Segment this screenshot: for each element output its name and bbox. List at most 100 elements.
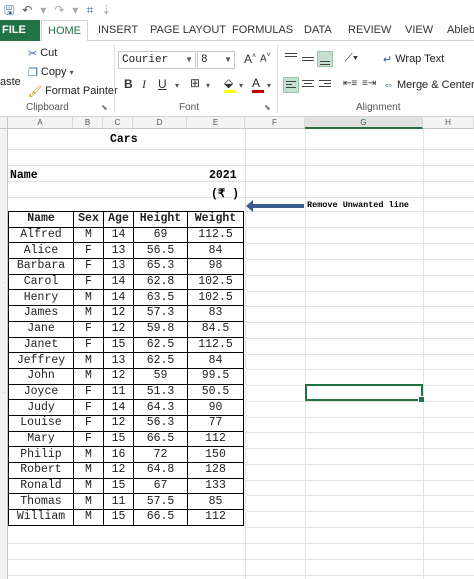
- select-all-corner[interactable]: [0, 117, 8, 129]
- cell[interactable]: 98: [187, 258, 244, 275]
- decrease-indent-icon[interactable]: ⇤≡: [343, 78, 357, 89]
- cell[interactable]: 12: [103, 320, 134, 338]
- cell[interactable]: Alfred: [8, 226, 74, 244]
- tab-review[interactable]: REVIEW: [348, 20, 391, 41]
- cell[interactable]: 14: [103, 226, 134, 244]
- cell[interactable]: Joyce: [8, 383, 74, 401]
- cell[interactable]: 14: [103, 399, 134, 416]
- row-header-strip[interactable]: · ·: [0, 129, 8, 579]
- orientation-icon[interactable]: ⟋▾: [345, 52, 358, 65]
- cell[interactable]: F: [73, 242, 104, 260]
- cell[interactable]: F: [73, 320, 104, 338]
- cell[interactable]: M: [73, 289, 104, 307]
- cell[interactable]: John: [8, 367, 74, 385]
- cell[interactable]: 56.5: [133, 242, 188, 260]
- cell[interactable]: 84.5: [187, 320, 244, 338]
- column-header-a[interactable]: A: [8, 117, 73, 129]
- borders-dropdown-icon[interactable]: ▾: [206, 81, 210, 90]
- cell[interactable]: M: [73, 367, 104, 385]
- save-icon[interactable]: 🖫: [4, 4, 14, 16]
- tab-file[interactable]: FILE: [0, 20, 40, 41]
- cell[interactable]: 59: [133, 367, 188, 385]
- cell[interactable]: 62.5: [133, 352, 188, 369]
- cell[interactable]: Philip: [8, 446, 74, 463]
- cut-button[interactable]: ✂ Cut: [28, 45, 57, 61]
- cell[interactable]: Janet: [8, 336, 74, 354]
- cell[interactable]: 83: [187, 305, 244, 322]
- customize-toolbar-icon[interactable]: ⇣: [101, 4, 111, 16]
- header-age[interactable]: Age: [103, 211, 134, 228]
- cell[interactable]: 15: [103, 477, 134, 495]
- align-bottom-icon[interactable]: [317, 51, 333, 67]
- cell[interactable]: 102.5: [187, 273, 244, 291]
- cell[interactable]: Robert: [8, 462, 74, 479]
- left-arrow-shape[interactable]: [246, 200, 304, 212]
- touch-mode-icon[interactable]: ⌗: [86, 4, 93, 16]
- column-header-d[interactable]: D: [133, 117, 187, 129]
- redo-dropdown-icon[interactable]: ▾: [72, 4, 78, 16]
- chevron-down-icon[interactable]: ▾: [70, 68, 74, 77]
- cell[interactable]: M: [73, 305, 104, 322]
- fill-dropdown-icon[interactable]: ▾: [239, 81, 243, 90]
- cell[interactable]: Henry: [8, 289, 74, 307]
- undo-icon[interactable]: ↶: [22, 4, 32, 16]
- increase-indent-icon[interactable]: ≡⇥: [362, 78, 376, 89]
- tab-home[interactable]: HOME: [41, 20, 88, 42]
- align-right-icon[interactable]: [317, 77, 333, 93]
- cell[interactable]: 77: [187, 414, 244, 432]
- cell[interactable]: Thomas: [8, 493, 74, 511]
- cell[interactable]: Carol: [8, 273, 74, 291]
- cell[interactable]: 57.5: [133, 493, 188, 511]
- wrap-text-button[interactable]: ↵ Wrap Text: [383, 51, 444, 67]
- cell[interactable]: 51.3: [133, 383, 188, 401]
- cell[interactable]: 72: [133, 446, 188, 463]
- cell[interactable]: William: [8, 509, 74, 526]
- merge-center-button[interactable]: ⇔ Merge & Center: [383, 77, 474, 93]
- underline-dropdown-icon[interactable]: ▾: [175, 81, 179, 90]
- cell[interactable]: 12: [103, 305, 134, 322]
- cell[interactable]: 13: [103, 242, 134, 260]
- italic-button[interactable]: I: [142, 77, 146, 92]
- cell[interactable]: F: [73, 336, 104, 354]
- cell[interactable]: 14: [103, 289, 134, 307]
- cell[interactable]: M: [73, 352, 104, 369]
- cell[interactable]: F: [73, 430, 104, 448]
- cell[interactable]: M: [73, 477, 104, 495]
- redo-icon[interactable]: ↷: [54, 4, 64, 16]
- font-size-select[interactable]: 8 ▼: [197, 51, 235, 69]
- bold-button[interactable]: B: [124, 77, 133, 91]
- cell[interactable]: James: [8, 305, 74, 322]
- cell[interactable]: 66.5: [133, 509, 188, 526]
- header-weight[interactable]: Weight: [187, 211, 244, 228]
- align-left-icon[interactable]: [283, 77, 299, 93]
- cell[interactable]: 112: [187, 509, 244, 526]
- cell[interactable]: 66.5: [133, 430, 188, 448]
- cell[interactable]: Mary: [8, 430, 74, 448]
- cell[interactable]: 13: [103, 258, 134, 275]
- clipboard-launcher-icon[interactable]: ⬊: [101, 103, 108, 112]
- align-top-icon[interactable]: [283, 51, 299, 67]
- cell[interactable]: 128: [187, 462, 244, 479]
- cell[interactable]: 13: [103, 352, 134, 369]
- column-header-c[interactable]: C: [103, 117, 133, 129]
- cell[interactable]: 84: [187, 352, 244, 369]
- column-header-b[interactable]: B: [73, 117, 103, 129]
- header-name[interactable]: Name: [8, 211, 74, 228]
- cell[interactable]: 102.5: [187, 289, 244, 307]
- cell[interactable]: 67: [133, 477, 188, 495]
- font-name-select[interactable]: Courier ▼: [118, 51, 196, 69]
- cell[interactable]: 62.5: [133, 336, 188, 354]
- tab-data[interactable]: DATA: [304, 20, 332, 41]
- cell[interactable]: 69: [133, 226, 188, 244]
- cell[interactable]: 59.8: [133, 320, 188, 338]
- cell[interactable]: 90: [187, 399, 244, 416]
- tab-ablebits[interactable]: Ablebi: [447, 20, 474, 41]
- borders-button[interactable]: ⊞: [190, 76, 200, 90]
- cell[interactable]: F: [73, 258, 104, 275]
- cell[interactable]: M: [73, 446, 104, 463]
- cell[interactable]: F: [73, 414, 104, 432]
- header-sex[interactable]: Sex: [73, 211, 104, 228]
- paste-button[interactable]: aste: [0, 74, 21, 90]
- cell[interactable]: 14: [103, 273, 134, 291]
- cell[interactable]: 16: [103, 446, 134, 463]
